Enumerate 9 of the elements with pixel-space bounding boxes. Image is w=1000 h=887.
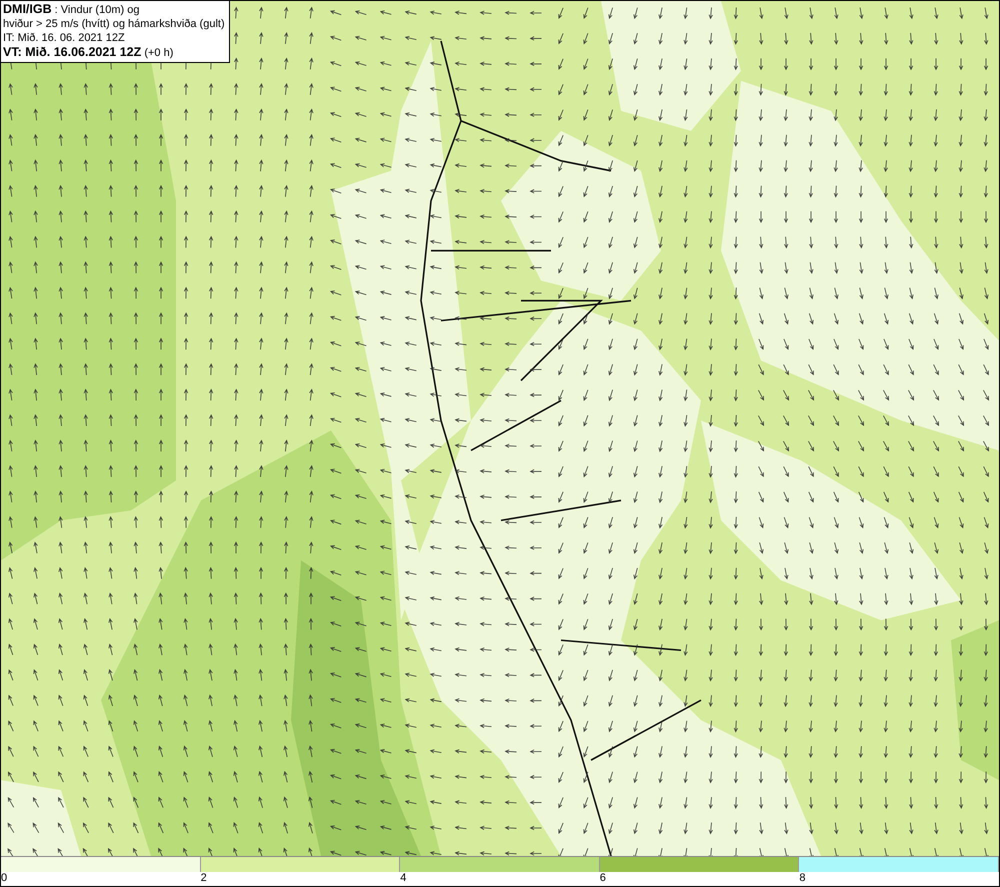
title-line: DMI/IGB : Vindur (10m) og: [3, 2, 140, 17]
title-line: VT: Mið. 16.06.2021 12Z (+0 h): [3, 45, 174, 60]
title-line: IT: Mið. 16. 06. 2021 12Z: [3, 31, 126, 45]
title-line: hviður > 25 m/s (hvítt) og hámarkshviða (gult): [3, 17, 225, 31]
legend-tick-label: 0: [1, 872, 8, 884]
legend-tick-label: 8: [799, 872, 806, 884]
legend-tick-label: 2: [200, 872, 207, 884]
legend-tick-label: 6: [600, 872, 606, 884]
legend-tick-label: 4: [400, 872, 406, 884]
